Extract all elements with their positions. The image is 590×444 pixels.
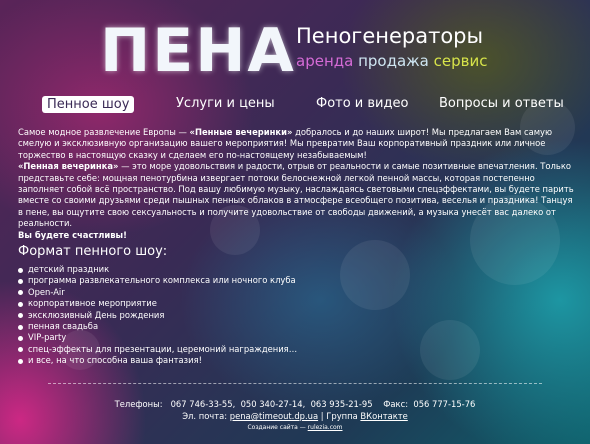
group-label: Группа <box>326 411 358 421</box>
nav-item-services-prices[interactable]: Услуги и цены <box>176 96 275 111</box>
phone-number: 067 746-33-55, <box>170 399 236 409</box>
footer: Телефоны: 067 746-33-55, 050 340-27-14, … <box>0 398 590 434</box>
intro-text-fragment: Самое модное развлечение Европы — <box>18 127 190 137</box>
main-nav: Пенное шоу Услуги и цены Фото и видео Во… <box>0 96 590 118</box>
intro-text: Самое модное развлечение Европы — «Пенны… <box>18 127 578 241</box>
list-item: программа развлекательного комплекса или… <box>18 275 297 286</box>
vkontakte-link[interactable]: ВКонтакте <box>360 411 407 421</box>
footer-divider <box>48 383 542 384</box>
list-item: спец-эффекты для презентации, церемоний … <box>18 344 297 355</box>
list-item: пенная свадьба <box>18 321 297 332</box>
intro-highlight: «Пенная вечеринка» <box>18 161 119 172</box>
list-item: детский праздник <box>18 264 297 275</box>
bokeh-light <box>420 320 480 380</box>
service-maintenance: сервис <box>433 52 488 70</box>
format-list: детский праздник программа развлекательн… <box>18 264 297 367</box>
site-credit: Создание сайта — rulezia.com <box>0 422 590 434</box>
intro-paragraph: «Пенная вечеринка» — это море удовольств… <box>18 161 578 229</box>
footer-contacts-line: Эл. почта: pena@timeout.dp.ua | Группа В… <box>0 410 590 422</box>
footer-phones-line: Телефоны: 067 746-33-55, 050 340-27-14, … <box>0 398 590 410</box>
bokeh-light <box>340 240 410 310</box>
format-title: Формат пенного шоу: <box>18 244 168 259</box>
list-item: корпоративное мероприятие <box>18 298 297 309</box>
site-logo[interactable]: ПЕНА <box>100 16 296 86</box>
intro-paragraph: Самое модное развлечение Европы — «Пенны… <box>18 127 578 161</box>
credit-label: Создание сайта — <box>247 424 306 431</box>
nav-item-foam-show[interactable]: Пенное шоу <box>42 96 135 113</box>
services-line: аренда продажа сервис <box>296 52 488 70</box>
site-tagline: Пеногенераторы <box>296 24 484 48</box>
service-sale: продажа <box>358 52 429 70</box>
service-rent: аренда <box>296 52 354 70</box>
phone-number: 050 340-27-14, <box>240 399 306 409</box>
list-item: и все, на что способна ваша фантазия! <box>18 355 297 366</box>
email-link[interactable]: pena@timeout.dp.ua <box>230 411 318 421</box>
email-label: Эл. почта: <box>182 411 228 421</box>
list-item: VIP-party <box>18 332 297 343</box>
intro-highlight: «Пенные вечеринки» <box>189 127 293 137</box>
fax-number: 056 777-15-76 <box>413 399 476 409</box>
intro-closing: Вы будете счастливы! <box>18 229 127 240</box>
nav-item-photo-video[interactable]: Фото и видео <box>316 96 408 111</box>
nav-item-faq[interactable]: Вопросы и ответы <box>439 96 564 111</box>
phone-number: 063 935-21-95 <box>310 399 373 409</box>
phones-label: Телефоны: <box>114 399 163 409</box>
fax-label: Факс: <box>383 399 409 409</box>
separator: | <box>320 411 324 421</box>
intro-text-fragment: — это море удовольствия и радости, отрыв… <box>18 161 574 229</box>
list-item: эксклюзивный День рождения <box>18 310 297 321</box>
list-item: Open-Air <box>18 287 297 298</box>
credit-link[interactable]: rulezia.com <box>308 424 343 431</box>
